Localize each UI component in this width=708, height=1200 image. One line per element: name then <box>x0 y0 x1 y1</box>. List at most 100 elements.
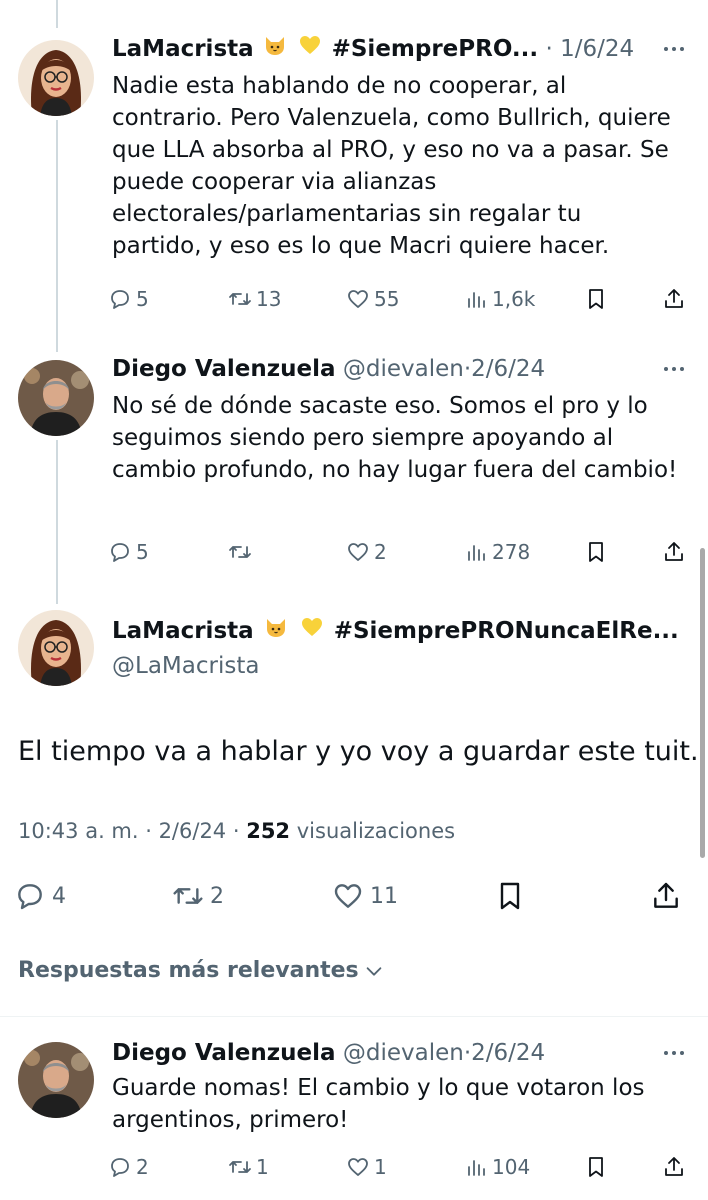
views-count: 104 <box>492 1155 531 1179</box>
author-name[interactable]: Diego Valenzuela <box>112 1040 336 1066</box>
views-button[interactable]: 104 <box>464 1150 530 1184</box>
avatar[interactable] <box>18 610 94 686</box>
retweet-count: 2 <box>210 883 224 909</box>
author-handle[interactable]: @dievalen <box>343 1040 464 1066</box>
more-options-icon[interactable] <box>660 1042 688 1064</box>
like-button[interactable]: 2 <box>346 535 387 569</box>
main-header: LaMacrista #SiemprePRONuncaElRe... <box>112 614 692 649</box>
hashtag[interactable]: #SiemprePRONuncaElRe... <box>334 618 679 644</box>
share-button[interactable] <box>662 535 690 569</box>
views-button[interactable]: 278 <box>464 535 530 569</box>
separator: · <box>545 36 553 62</box>
views-button[interactable]: 1,6k <box>464 282 535 316</box>
tweet-date[interactable]: 2/6/24 <box>471 356 545 382</box>
main-tweet-actions: 4 2 11 <box>14 876 692 916</box>
chevron-down-icon <box>366 967 381 976</box>
heart-icon <box>348 290 368 308</box>
author-handle[interactable]: @dievalen <box>343 356 464 382</box>
reply-count: 5 <box>136 540 149 564</box>
main-tweet-meta: 10:43 a. m. · 2/6/24 · 252 visualizacion… <box>18 816 455 846</box>
reply-count: 2 <box>136 1155 149 1179</box>
author-name[interactable]: Diego Valenzuela <box>112 356 336 382</box>
heart-icon <box>348 1158 368 1176</box>
tweet-actions: 5 2 278 <box>108 535 688 569</box>
avatar[interactable] <box>18 1042 94 1118</box>
like-button[interactable]: 55 <box>346 282 399 316</box>
bookmark-icon <box>589 542 603 562</box>
author-name[interactable]: LaMacrista <box>112 36 254 62</box>
share-button[interactable] <box>662 1150 690 1184</box>
author-name[interactable]: LaMacrista <box>112 618 254 644</box>
retweet-button[interactable]: 2 <box>172 876 224 916</box>
reply-tweet[interactable]: Diego Valenzuela @dievalen·2/6/24 Guarde… <box>0 1036 708 1200</box>
reply-icon <box>111 543 129 562</box>
cat-face-icon <box>264 615 288 649</box>
retweet-icon <box>229 546 251 558</box>
share-icon <box>665 542 683 561</box>
reply-button[interactable]: 4 <box>14 876 66 916</box>
tweet-dievalen-1[interactable]: Diego Valenzuela @dievalen·2/6/24 No sé … <box>0 352 708 582</box>
heart-icon <box>334 884 362 908</box>
bookmark-icon <box>589 1157 603 1177</box>
share-button[interactable] <box>662 282 690 316</box>
reply-button[interactable]: 5 <box>108 535 149 569</box>
views-count: 278 <box>492 540 531 564</box>
share-icon <box>665 289 683 308</box>
avatar[interactable] <box>18 360 94 436</box>
retweet-icon <box>229 1161 251 1173</box>
bookmark-icon <box>500 882 520 910</box>
share-button[interactable] <box>650 876 688 916</box>
like-count: 2 <box>374 540 387 564</box>
divider <box>0 1016 708 1017</box>
yellow-heart-icon <box>300 615 324 649</box>
views-chart-icon <box>468 292 485 308</box>
reply-icon <box>18 884 42 910</box>
views-chart-icon <box>468 1160 485 1176</box>
bookmark-button[interactable] <box>584 282 612 316</box>
retweet-button[interactable]: 13 <box>228 282 281 316</box>
tweet-lamacrista-1[interactable]: LaMacrista #SiemprePRO... · 1/6/24 Nadie… <box>0 32 708 332</box>
yellow-heart-icon <box>298 33 322 67</box>
more-options-icon[interactable] <box>660 358 688 380</box>
bookmark-icon <box>589 289 603 309</box>
reply-count: 4 <box>52 883 66 909</box>
tweet-text: Nadie esta hablando de no cooperar, al c… <box>112 73 671 259</box>
share-icon <box>665 1157 683 1176</box>
like-button[interactable]: 1 <box>346 1150 387 1184</box>
bookmark-button[interactable] <box>494 876 532 916</box>
thread-line-top <box>56 0 58 28</box>
reply-button[interactable]: 2 <box>108 1150 149 1184</box>
main-tweet: LaMacrista #SiemprePRONuncaElRe... @LaMa… <box>0 610 708 924</box>
reply-button[interactable]: 5 <box>108 282 149 316</box>
reply-count: 5 <box>136 287 149 311</box>
replies-heading-label: Respuestas más relevantes <box>18 958 359 983</box>
bookmark-button[interactable] <box>584 1150 612 1184</box>
views-count: 252 <box>246 819 291 843</box>
bookmark-button[interactable] <box>584 535 612 569</box>
share-icon <box>654 882 678 908</box>
views-label: visualizaciones <box>296 819 456 843</box>
more-options-icon[interactable] <box>660 38 688 60</box>
retweet-count: 1 <box>256 1155 269 1179</box>
tweet-time[interactable]: 10:43 a. m. · 2/6/24 · <box>18 819 240 843</box>
views-chart-icon <box>468 545 485 561</box>
reply-icon <box>111 1158 129 1177</box>
scrollbar[interactable] <box>700 548 705 858</box>
avatar[interactable] <box>18 40 94 116</box>
like-count: 55 <box>374 287 400 311</box>
tweet-header: Diego Valenzuela @dievalen·2/6/24 <box>112 352 692 386</box>
tweet-date[interactable]: 1/6/24 <box>560 36 634 62</box>
author-handle[interactable]: @LaMacrista <box>112 650 259 682</box>
tweet-date[interactable]: 2/6/24 <box>471 1040 545 1066</box>
tweet-header: Diego Valenzuela @dievalen·2/6/24 <box>112 1036 692 1070</box>
like-count: 1 <box>374 1155 387 1179</box>
retweet-icon <box>173 888 203 904</box>
like-button[interactable]: 11 <box>332 876 398 916</box>
retweet-button[interactable] <box>228 535 256 569</box>
retweet-icon <box>229 293 251 305</box>
replies-sort-dropdown[interactable]: Respuestas más relevantes <box>18 956 385 986</box>
reply-icon <box>111 290 129 309</box>
retweet-button[interactable]: 1 <box>228 1150 269 1184</box>
hashtag[interactable]: #SiemprePRO... <box>332 36 539 62</box>
like-count: 11 <box>370 883 398 909</box>
